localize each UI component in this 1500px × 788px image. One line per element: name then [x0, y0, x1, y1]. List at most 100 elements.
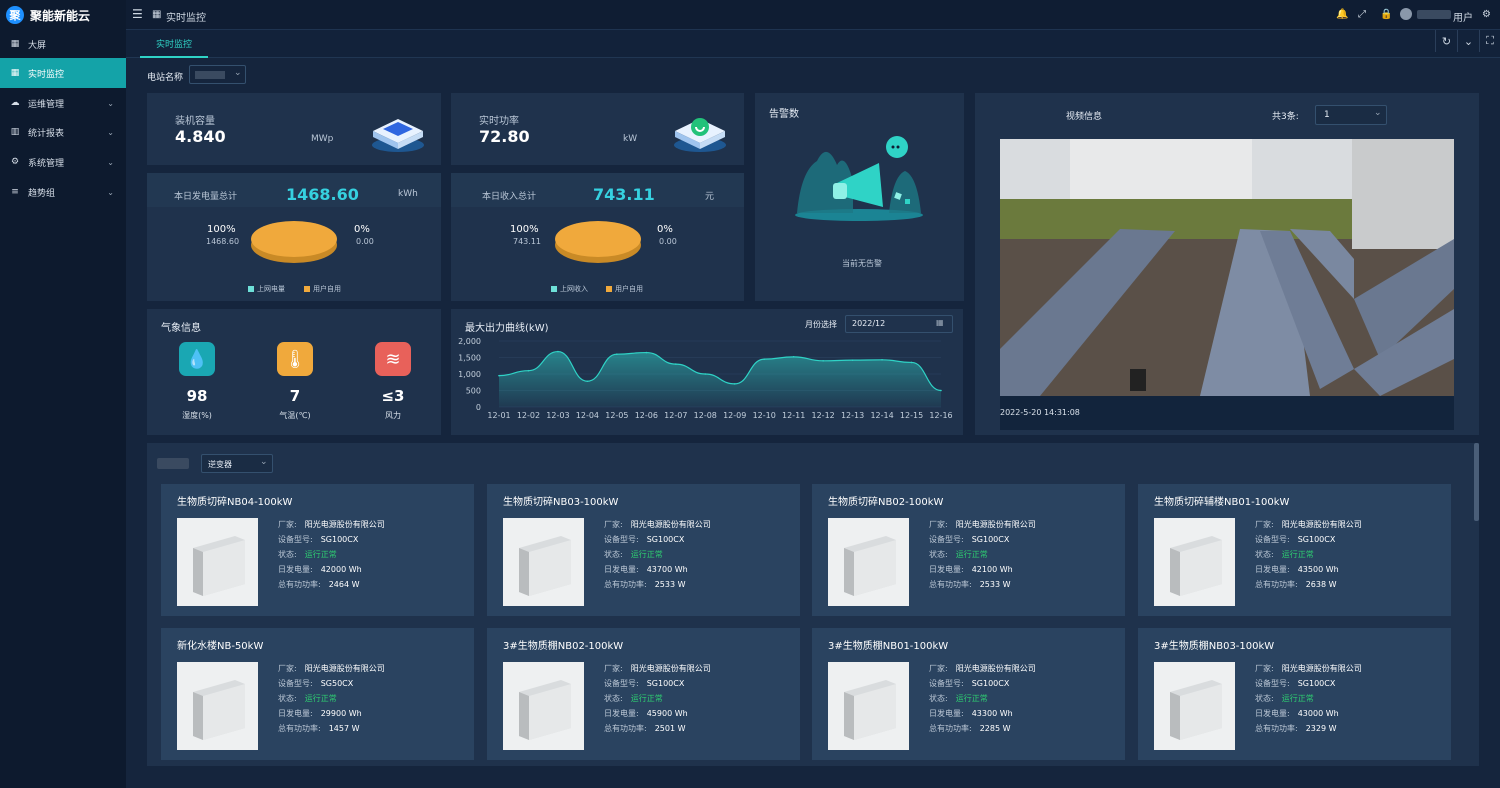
data-point: [645, 351, 648, 354]
video-feed[interactable]: [1000, 139, 1454, 396]
month-value: 2022/12: [852, 319, 886, 328]
refresh-icon[interactable]: ↻: [1435, 30, 1457, 52]
lock-icon[interactable]: 🔒: [1380, 9, 1392, 20]
solar-panel-icon: [372, 119, 424, 152]
video-count-label: 共3条:: [1272, 112, 1299, 122]
sidebar-item-0[interactable]: ▦ 大屏: [0, 29, 126, 59]
station-name-redacted: [157, 458, 189, 469]
field-label: 状态:: [278, 550, 297, 559]
inverter-image: [503, 518, 584, 606]
alarm-card: 告警数 当前无告警: [755, 93, 964, 301]
data-point: [557, 350, 559, 353]
data-point: [586, 380, 589, 383]
expand-icon[interactable]: ⛶: [1479, 30, 1500, 52]
sidebar-item-4[interactable]: ⚙ 系统管理 ⌄: [0, 147, 126, 177]
field-label: 厂家:: [1255, 664, 1274, 673]
month-picker[interactable]: 2022/12 ▦: [845, 315, 953, 333]
inverter-power-row: 总有功功率: 2501 W: [604, 723, 686, 734]
megaphone-illustration: [795, 136, 923, 221]
inverter-maker-row: 厂家: 阳光电源股份有限公司: [929, 519, 1036, 530]
field-value: 2533 W: [979, 580, 1011, 589]
chevron-down-icon[interactable]: ⌄: [1457, 30, 1479, 52]
inverter-daily-row: 日发电量: 29900 Wh: [278, 708, 362, 719]
settings-icon[interactable]: ⚙: [1482, 9, 1491, 20]
field-label: 厂家:: [604, 520, 623, 529]
inverter-name[interactable]: 3#生物质棚NB03-100kW: [1154, 637, 1274, 652]
field-label: 日发电量:: [604, 709, 639, 718]
field-label: 日发电量:: [604, 565, 639, 574]
income-legend-grid: 上网收入: [551, 284, 588, 294]
x-tick-label: 12-11: [782, 411, 805, 420]
station-select[interactable]: ⌄: [189, 65, 246, 84]
field-value: 2501 W: [654, 724, 686, 733]
x-tick-label: 12-07: [664, 411, 687, 420]
inverter-status-row: 状态: 运行正常: [1255, 549, 1314, 560]
x-tick-label: 12-12: [812, 411, 835, 420]
inverter-card[interactable]: 生物质切碎NB02-100kW 厂家: 阳光电源股份有限公司 设备型号: SG100CX…: [812, 484, 1125, 616]
inverter-card[interactable]: 3#生物质棚NB02-100kW 厂家: 阳光电源股份有限公司 设备型号: SG100C…: [487, 628, 800, 760]
app-logo[interactable]: 聚 聚能新能云: [0, 0, 126, 30]
field-value: 运行正常: [1281, 550, 1314, 559]
inverter-name[interactable]: 生物质切碎辅楼NB01-100kW: [1154, 493, 1289, 508]
video-card: 视频信息 共3条: 1 ⌄ 2022-5-20 14:31:08: [975, 93, 1479, 435]
video-title: 视频信息: [1066, 112, 1103, 122]
inverter-model-row: 设备型号: SG100CX: [278, 534, 358, 545]
device-type-select[interactable]: 逆变器 ⌄: [201, 454, 273, 473]
income-legend-self: 用户自用: [606, 284, 643, 294]
avatar[interactable]: [1400, 8, 1412, 20]
inverter-model-row: 设备型号: SG100CX: [604, 534, 684, 545]
inverter-name[interactable]: 生物质切碎NB03-100kW: [503, 493, 618, 508]
field-label: 总有功功率:: [929, 580, 972, 589]
field-label: 日发电量:: [278, 565, 313, 574]
x-tick-label: 12-16: [929, 411, 952, 420]
breadcrumb[interactable]: 实时监控: [166, 9, 206, 24]
inverter-name[interactable]: 生物质切碎NB02-100kW: [828, 493, 943, 508]
menu-toggle-icon[interactable]: ☰: [132, 7, 143, 21]
inverter-name[interactable]: 3#生物质棚NB01-100kW: [828, 637, 948, 652]
field-label: 设备型号:: [929, 679, 964, 688]
thermometer-icon: 🌡: [277, 342, 313, 376]
inverter-name[interactable]: 生物质切碎NB04-100kW: [177, 493, 292, 508]
power-icon: [674, 118, 726, 152]
inverter-name[interactable]: 3#生物质棚NB02-100kW: [503, 637, 623, 652]
inverter-card[interactable]: 生物质切碎NB03-100kW 厂家: 阳光电源股份有限公司 设备型号: SG100CX…: [487, 484, 800, 616]
inverter-card[interactable]: 3#生物质棚NB03-100kW 厂家: 阳光电源股份有限公司 设备型号: SG100C…: [1138, 628, 1451, 760]
chevron-down-icon: ⌄: [107, 98, 114, 108]
inverter-power-row: 总有功功率: 2285 W: [929, 723, 1011, 734]
inverter-card[interactable]: 生物质切碎NB04-100kW 厂家: 阳光电源股份有限公司 设备型号: SG100CX…: [161, 484, 474, 616]
field-value: 2533 W: [654, 580, 686, 589]
fullscreen-icon[interactable]: ⤢: [1358, 9, 1366, 20]
capacity-unit: MWp: [311, 134, 334, 144]
field-label: 状态:: [929, 694, 948, 703]
field-label: 总有功功率:: [278, 724, 321, 733]
field-value: 运行正常: [1281, 694, 1314, 703]
capacity-label: 装机容量: [175, 116, 215, 127]
inverter-card[interactable]: 新化水楼NB-50kW 厂家: 阳光电源股份有限公司 设备型号: SG50CX 状态: 运行…: [161, 628, 474, 760]
video-channel-select[interactable]: 1 ⌄: [1315, 105, 1387, 125]
field-label: 总有功功率:: [1255, 580, 1298, 589]
sidebar-item-5[interactable]: ≡ 趋势组 ⌄: [0, 177, 126, 207]
user-label[interactable]: 用户: [1453, 9, 1473, 24]
bell-icon[interactable]: 🔔: [1336, 9, 1348, 20]
inverter-card[interactable]: 生物质切碎辅楼NB01-100kW 厂家: 阳光电源股份有限公司 设备型号: SG100…: [1138, 484, 1451, 616]
data-point: [940, 389, 942, 392]
menu-icon: ≡: [11, 187, 19, 197]
field-value: 阳光电源股份有限公司: [630, 664, 711, 673]
inverter-name[interactable]: 新化水楼NB-50kW: [177, 637, 263, 652]
data-point: [910, 361, 913, 364]
sidebar-item-1[interactable]: ▦ 实时监控: [0, 58, 126, 88]
sidebar-item-3[interactable]: ▥ 统计报表 ⌄: [0, 117, 126, 147]
inverter-daily-row: 日发电量: 43300 Wh: [929, 708, 1013, 719]
field-value: SG100CX: [646, 679, 685, 688]
generation-value: 1468.60: [286, 185, 359, 204]
page-icon: ▦: [152, 9, 162, 20]
tab-realtime-monitor[interactable]: 实时监控: [140, 30, 208, 58]
scrollbar[interactable]: [1474, 443, 1479, 521]
chevron-down-icon: ⌄: [107, 187, 114, 197]
sidebar-item-2[interactable]: ☁ 运维管理 ⌄: [0, 88, 126, 118]
y-tick-label: 0: [476, 403, 481, 412]
inverter-image: [177, 662, 258, 750]
field-value: 42100 Wh: [971, 565, 1013, 574]
inverter-power-row: 总有功功率: 2329 W: [1255, 723, 1337, 734]
inverter-card[interactable]: 3#生物质棚NB01-100kW 厂家: 阳光电源股份有限公司 设备型号: SG100C…: [812, 628, 1125, 760]
